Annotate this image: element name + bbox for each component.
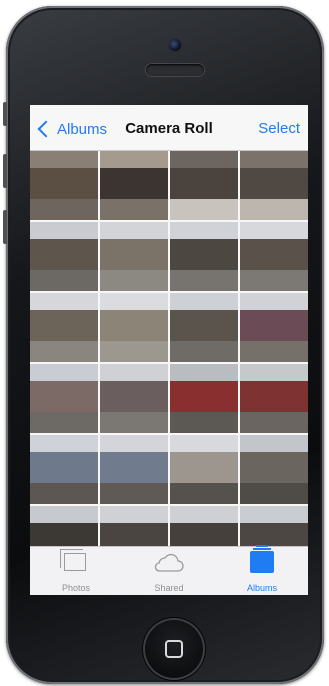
photo-gnd-region	[240, 199, 308, 220]
photo-thumbnail[interactable]	[170, 222, 238, 291]
photo-gnd-region	[30, 270, 98, 291]
tab-shared-label: Shared	[154, 583, 184, 593]
photo-gnd-region	[170, 341, 238, 362]
volume-down-button	[3, 210, 7, 244]
photo-bld-region	[170, 452, 238, 487]
photo-bld-region	[170, 381, 238, 416]
photos-icon	[60, 549, 86, 571]
photo-bld-region	[170, 239, 238, 274]
tab-bar: Photos Shared Albums	[30, 545, 308, 595]
home-button[interactable]	[143, 618, 205, 680]
home-square-icon	[165, 640, 183, 658]
photo-thumbnail[interactable]	[100, 435, 168, 504]
photo-thumbnail[interactable]	[170, 151, 238, 220]
photo-grid	[30, 151, 308, 575]
photo-thumbnail[interactable]	[30, 222, 98, 291]
photo-thumbnail[interactable]	[100, 151, 168, 220]
albums-icon	[250, 545, 274, 573]
photo-gnd-region	[30, 341, 98, 362]
photo-gnd-region	[240, 412, 308, 433]
photo-gnd-region	[170, 270, 238, 291]
photo-bld-region	[100, 239, 168, 274]
photo-thumbnail[interactable]	[170, 435, 238, 504]
photo-bld-region	[30, 239, 98, 274]
tab-photos-label: Photos	[61, 583, 91, 593]
photo-thumbnail[interactable]	[30, 364, 98, 433]
photo-thumbnail[interactable]	[240, 364, 308, 433]
photo-gnd-region	[100, 199, 168, 220]
photo-gnd-region	[100, 483, 168, 504]
photo-thumbnail[interactable]	[240, 293, 308, 362]
photo-gnd-region	[100, 341, 168, 362]
photo-thumbnail[interactable]	[30, 151, 98, 220]
tab-albums-label: Albums	[246, 583, 277, 593]
photo-thumbnail[interactable]	[240, 151, 308, 220]
photo-gnd-region	[170, 412, 238, 433]
photo-gnd-region	[100, 270, 168, 291]
photo-bld-region	[100, 168, 168, 203]
volume-up-button	[3, 154, 7, 188]
photo-thumbnail[interactable]	[240, 222, 308, 291]
photo-thumbnail[interactable]	[30, 435, 98, 504]
photo-thumbnail[interactable]	[170, 293, 238, 362]
photo-gnd-region	[170, 483, 238, 504]
photo-bld-region	[170, 168, 238, 203]
photo-thumbnail[interactable]	[170, 364, 238, 433]
photo-bld-region	[240, 381, 308, 416]
photo-gnd-region	[170, 199, 238, 220]
photo-thumbnail[interactable]	[100, 293, 168, 362]
mute-switch	[3, 102, 7, 126]
earpiece-speaker	[146, 64, 204, 76]
photo-gnd-region	[240, 270, 308, 291]
photo-bld-region	[30, 310, 98, 345]
photo-thumbnail[interactable]	[100, 364, 168, 433]
photo-bld-region	[100, 452, 168, 487]
screen: Albums Camera Roll Select Photos Shared …	[30, 105, 308, 595]
photo-bld-region	[30, 452, 98, 487]
photo-thumbnail[interactable]	[30, 293, 98, 362]
tab-photos[interactable]: Photos	[30, 547, 122, 595]
photo-bld-region	[240, 310, 308, 345]
photo-bld-region	[240, 452, 308, 487]
photo-gnd-region	[240, 341, 308, 362]
photo-gnd-region	[30, 412, 98, 433]
front-camera	[169, 39, 181, 51]
navigation-bar: Albums Camera Roll Select	[30, 105, 308, 151]
select-button[interactable]: Select	[258, 120, 300, 137]
photo-bld-region	[100, 310, 168, 345]
photo-bld-region	[100, 381, 168, 416]
photo-gnd-region	[30, 483, 98, 504]
photo-bld-region	[30, 168, 98, 203]
photo-bld-region	[240, 239, 308, 274]
tab-shared[interactable]: Shared	[123, 547, 215, 595]
photo-bld-region	[240, 168, 308, 203]
photo-thumbnail[interactable]	[100, 222, 168, 291]
tab-albums[interactable]: Albums	[216, 545, 308, 595]
cloud-icon	[154, 553, 184, 572]
photo-gnd-region	[240, 483, 308, 504]
photo-bld-region	[170, 310, 238, 345]
photo-gnd-region	[100, 412, 168, 433]
photo-bld-region	[30, 381, 98, 416]
photo-gnd-region	[30, 199, 98, 220]
photo-thumbnail[interactable]	[240, 435, 308, 504]
